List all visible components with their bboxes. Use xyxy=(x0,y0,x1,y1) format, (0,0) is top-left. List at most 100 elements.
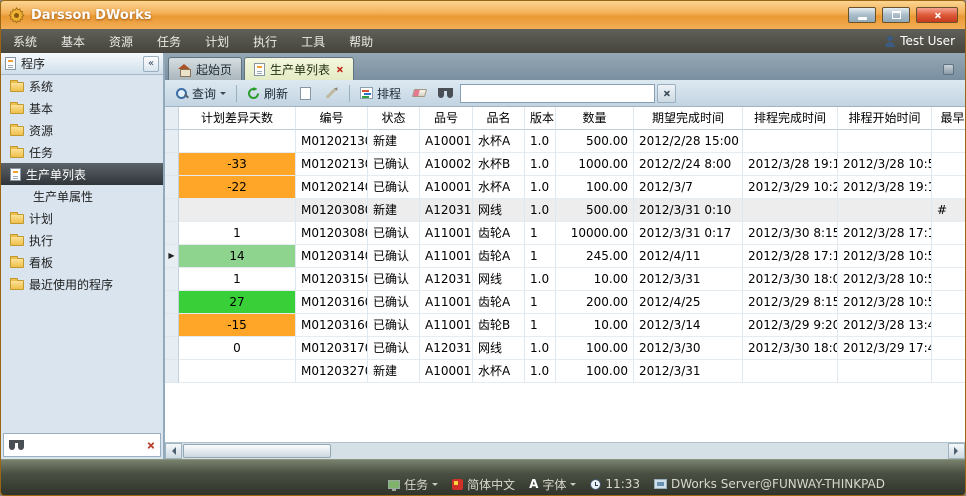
sidebar-item-7[interactable]: 执行 xyxy=(1,229,163,251)
table-row[interactable]: ▶14M012031402已确认A11001齿轮A1245.002012/4/1… xyxy=(165,245,965,268)
row-selector[interactable] xyxy=(165,130,179,153)
table-row[interactable]: 0M012031701已确认A12031网线1.0100.002012/3/30… xyxy=(165,337,965,360)
table-row[interactable]: -15M012031602已确认A11001齿轮B110.002012/3/14… xyxy=(165,314,965,337)
cell-extra xyxy=(932,245,965,268)
menu-item-5[interactable]: 执行 xyxy=(241,29,289,53)
sidebar-item-1[interactable]: 基本 xyxy=(1,97,163,119)
new-button[interactable] xyxy=(295,85,316,102)
sidebar-item-8[interactable]: 看板 xyxy=(1,251,163,273)
table-row[interactable]: M012021301新建A10001水杯A1.0500.002012/2/28 … xyxy=(165,130,965,153)
table-row[interactable]: M012032701新建A10001水杯A1.0100.002012/3/31 xyxy=(165,360,965,383)
cell-no: M012030802 xyxy=(296,222,368,245)
menu-item-6[interactable]: 工具 xyxy=(289,29,337,53)
cell-sched_end: 2012/3/30 18:00 xyxy=(743,337,838,360)
task-status-button[interactable]: 任务 xyxy=(384,476,442,493)
sidebar-item-label: 生产单列表 xyxy=(26,166,86,183)
scroll-left-button[interactable] xyxy=(165,443,182,459)
find-button[interactable] xyxy=(433,86,458,100)
column-header-extra[interactable]: 最早开始时间 xyxy=(932,107,965,130)
minimize-button[interactable] xyxy=(848,7,876,23)
cell-status: 已确认 xyxy=(368,222,420,245)
tab-production-order-list[interactable]: 生产单列表 xyxy=(244,57,354,80)
row-selector[interactable] xyxy=(165,176,179,199)
row-selector[interactable]: ▶ xyxy=(165,245,179,268)
refresh-button[interactable]: 刷新 xyxy=(242,83,293,104)
sidebar-item-3[interactable]: 任务 xyxy=(1,141,163,163)
eraser-button[interactable] xyxy=(408,87,431,99)
sidebar-item-9[interactable]: 最近使用的程序 xyxy=(1,273,163,295)
column-header-qty[interactable]: 数量 xyxy=(556,107,634,130)
search-input[interactable] xyxy=(460,84,655,103)
search-clear-button[interactable] xyxy=(657,84,676,103)
sidebar-item-0[interactable]: 系统 xyxy=(1,75,163,97)
cell-no: M012031601 xyxy=(296,291,368,314)
sidebar-item-2[interactable]: 资源 xyxy=(1,119,163,141)
sidebar-item-label: 执行 xyxy=(29,232,53,249)
sidebar-item-6[interactable]: 计划 xyxy=(1,207,163,229)
column-header-name[interactable]: 品名 xyxy=(473,107,525,130)
tab-close-icon[interactable] xyxy=(336,65,343,72)
folder-icon xyxy=(10,148,24,158)
maximize-button[interactable] xyxy=(882,7,910,23)
sidebar-collapse-button[interactable]: « xyxy=(143,56,159,72)
column-header-status[interactable]: 状态 xyxy=(368,107,420,130)
menu-item-1[interactable]: 基本 xyxy=(49,29,97,53)
table-row[interactable]: 1M012030802已确认A11001齿轮A110000.002012/3/3… xyxy=(165,222,965,245)
cell-sched_start: 2012/3/28 10:52 xyxy=(838,245,932,268)
cell-ver: 1 xyxy=(525,222,556,245)
column-header-expect[interactable]: 期望完成时间 xyxy=(634,107,743,130)
menu-item-3[interactable]: 任务 xyxy=(145,29,193,53)
menu-items: 系统基本资源任务计划执行工具帮助 xyxy=(1,29,385,53)
menu-item-4[interactable]: 计划 xyxy=(193,29,241,53)
horizontal-scrollbar[interactable] xyxy=(165,442,965,459)
row-selector[interactable] xyxy=(165,291,179,314)
cell-name: 齿轮A xyxy=(473,291,525,314)
menu-item-0[interactable]: 系统 xyxy=(1,29,49,53)
table-row[interactable]: M012030801新建A12031网线1.0500.002012/3/31 0… xyxy=(165,199,965,222)
row-selector[interactable] xyxy=(165,199,179,222)
cell-part: A10002 xyxy=(420,153,473,176)
cell-qty: 10000.00 xyxy=(556,222,634,245)
cell-part: A11001 xyxy=(420,291,473,314)
table-row[interactable]: 27M012031601已确认A11001齿轮A1200.002012/4/25… xyxy=(165,291,965,314)
edit-button[interactable] xyxy=(318,90,344,97)
cell-no: M012031701 xyxy=(296,337,368,360)
column-header-sched_start[interactable]: 排程开始时间 xyxy=(838,107,932,130)
menu-item-2[interactable]: 资源 xyxy=(97,29,145,53)
cell-sched_end: 2012/3/29 8:15 xyxy=(743,291,838,314)
sidebar-search[interactable] xyxy=(3,433,161,457)
font-button[interactable]: A 字体 xyxy=(525,476,580,493)
table-row[interactable]: 1M012031501已确认A12031网线1.010.002012/3/312… xyxy=(165,268,965,291)
row-selector[interactable] xyxy=(165,222,179,245)
cell-diff: 1 xyxy=(179,268,296,291)
row-selector[interactable] xyxy=(165,360,179,383)
scroll-right-button[interactable] xyxy=(948,443,965,459)
grid-header-row: 计划差异天数编号状态品号品名版本数量期望完成时间排程完成时间排程开始时间最早开始… xyxy=(165,107,965,130)
schedule-button[interactable]: 排程 xyxy=(355,83,406,104)
row-selector[interactable] xyxy=(165,268,179,291)
scrollbar-thumb[interactable] xyxy=(183,444,331,458)
user-area[interactable]: Test User xyxy=(885,34,965,48)
sidebar-item-4[interactable]: 生产单列表 xyxy=(1,163,163,185)
table-row[interactable]: -22M012021401已确认A10001水杯A1.0100.002012/3… xyxy=(165,176,965,199)
sidebar-item-5[interactable]: 生产单属性 xyxy=(1,185,163,207)
column-header-sched_end[interactable]: 排程完成时间 xyxy=(743,107,838,130)
server-display: DWorks Server@FUNWAY-THINKPAD xyxy=(650,477,889,491)
close-button[interactable] xyxy=(916,7,958,23)
column-header-part[interactable]: 品号 xyxy=(420,107,473,130)
query-button[interactable]: 查询 xyxy=(170,83,231,104)
column-header-no[interactable]: 编号 xyxy=(296,107,368,130)
row-selector[interactable] xyxy=(165,153,179,176)
pin-icon[interactable] xyxy=(943,64,954,75)
table-row[interactable]: -33M012021302已确认A10002水杯B1.01000.002012/… xyxy=(165,153,965,176)
tab-start-page[interactable]: 起始页 xyxy=(168,57,242,80)
row-selector[interactable] xyxy=(165,337,179,360)
row-selector[interactable] xyxy=(165,314,179,337)
language-button[interactable]: 简体中文 xyxy=(448,476,519,493)
cell-sched_end xyxy=(743,360,838,383)
cell-part: A12031 xyxy=(420,337,473,360)
column-header-diff[interactable]: 计划差异天数 xyxy=(179,107,296,130)
sidebar-search-clear-icon[interactable] xyxy=(146,441,154,449)
column-header-ver[interactable]: 版本 xyxy=(525,107,556,130)
menu-item-7[interactable]: 帮助 xyxy=(337,29,385,53)
